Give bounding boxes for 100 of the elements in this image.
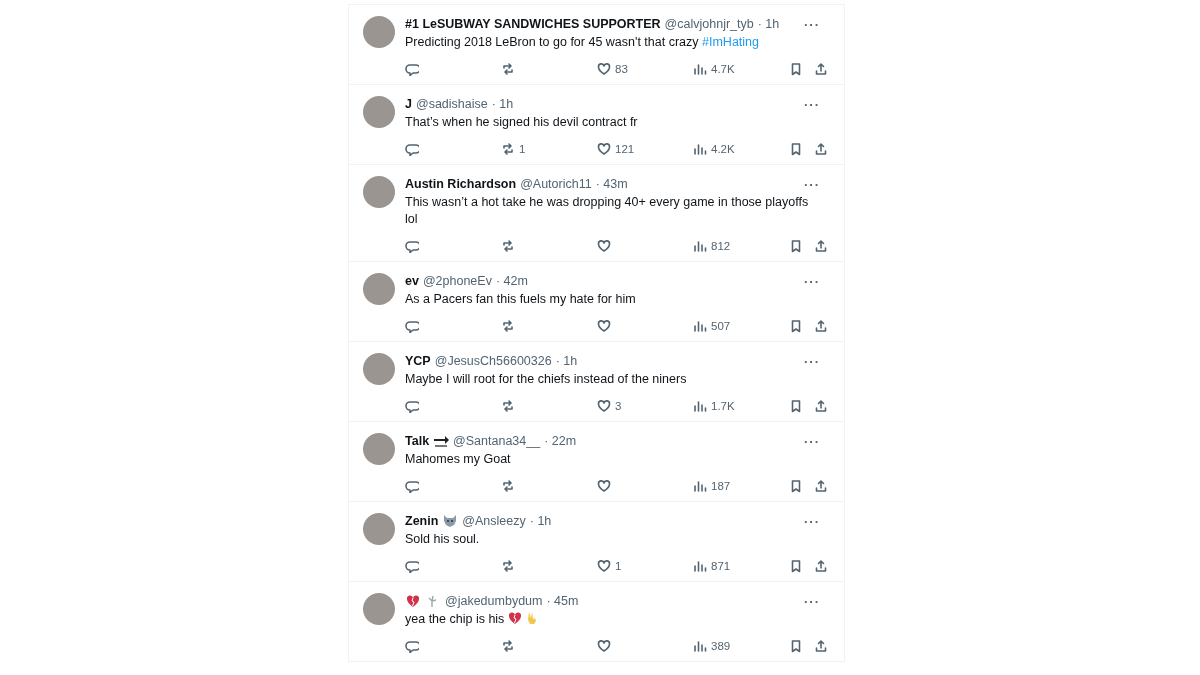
user-handle[interactable]: @calvjohnjr_tyb	[664, 17, 754, 31]
more-button[interactable]: ···	[802, 514, 822, 528]
timestamp: · 1h	[491, 97, 514, 111]
timestamp: · 22m	[544, 434, 577, 448]
bar-chart-icon	[693, 62, 707, 76]
bookmark-icon	[789, 639, 803, 653]
timestamp: · 42m	[495, 274, 528, 288]
more-button[interactable]: ···	[802, 274, 822, 288]
heart-icon	[597, 239, 611, 253]
avatar[interactable]	[363, 593, 395, 625]
repost-icon	[501, 399, 515, 413]
share-icon	[814, 142, 828, 156]
timestamp: · 43m	[595, 177, 628, 191]
display-name[interactable]: #1 LeSUBWAY SANDWICHES SUPPORTER	[405, 17, 661, 31]
bookmark-icon	[789, 319, 803, 333]
reply-text: Maybe I will root for the chiefs instead of the niners	[405, 372, 687, 386]
bar-chart-icon	[693, 639, 707, 653]
reply-text: This wasn’t a hot take he was dropping 40+ every game in those playoffs lol	[405, 195, 809, 226]
user-handle[interactable]: @Autorich11	[520, 177, 592, 191]
views-button[interactable]: 871	[693, 559, 789, 573]
avatar[interactable]	[363, 273, 395, 305]
user-handle[interactable]: @2phoneEv	[422, 274, 492, 288]
display-name[interactable]: Zenin	[405, 514, 439, 528]
more-button[interactable]: ···	[802, 17, 822, 31]
reply-text: That’s when he signed his devil contract fr	[405, 115, 638, 129]
timestamp: · 1h	[555, 354, 578, 368]
user-handle[interactable]: @Santana34__	[453, 434, 541, 448]
arrow-icon	[433, 434, 450, 448]
more-button[interactable]: ···	[802, 97, 822, 111]
broken-heart-icon	[507, 611, 522, 625]
more-button[interactable]: ···	[802, 594, 822, 608]
like-button[interactable]: 3	[597, 399, 693, 413]
display-name[interactable]: J	[405, 97, 412, 111]
timestamp: · 45m	[546, 594, 579, 608]
avatar[interactable]	[363, 96, 395, 128]
bar-chart-icon	[693, 142, 707, 156]
reply-icon	[405, 399, 419, 413]
views-button[interactable]: 812	[693, 239, 789, 253]
share-icon	[814, 559, 828, 573]
repost-button[interactable]: 1	[501, 142, 597, 156]
reply-icon	[405, 319, 419, 333]
wolf-icon	[442, 514, 459, 528]
display-name[interactable]: Talk	[405, 434, 430, 448]
timestamp: · 1h	[757, 17, 780, 31]
reply-icon	[405, 639, 419, 653]
reply-icon	[405, 559, 419, 573]
heart-icon	[597, 62, 611, 76]
views-button[interactable]: 187	[693, 479, 789, 493]
avatar[interactable]	[363, 353, 395, 385]
share-icon	[814, 239, 828, 253]
repost-icon	[501, 62, 515, 76]
share-icon	[814, 639, 828, 653]
repost-icon	[501, 319, 515, 333]
bookmark-icon	[789, 479, 803, 493]
like-button[interactable]: 121	[597, 142, 693, 156]
views-button[interactable]: 4.7K	[693, 62, 789, 76]
repost-icon	[501, 559, 515, 573]
user-handle[interactable]: @JesusCh56600326	[434, 354, 552, 368]
display-name[interactable]: Austin Richardson	[405, 177, 517, 191]
views-button[interactable]: 507	[693, 319, 789, 333]
broken-heart-icon	[405, 594, 421, 608]
reply-icon	[405, 142, 419, 156]
reply-text: As a Pacers fan this fuels my hate for him	[405, 292, 636, 306]
user-handle[interactable]: @jakedumbydum	[445, 594, 543, 608]
share-icon	[814, 62, 828, 76]
bookmark-icon	[789, 62, 803, 76]
heart-icon	[597, 142, 611, 156]
reply-text: yea the chip is his	[405, 612, 505, 626]
like-button[interactable]: 83	[597, 62, 693, 76]
reply-text: Predicting 2018 LeBron to go for 45 wasn't that crazy	[405, 35, 699, 49]
repost-icon	[501, 479, 515, 493]
avatar[interactable]	[363, 433, 395, 465]
more-button[interactable]: ···	[802, 177, 822, 191]
avatar[interactable]	[363, 16, 395, 48]
bookmark-icon	[789, 399, 803, 413]
user-handle[interactable]: @Ansleezy	[462, 514, 526, 528]
views-button[interactable]: 1.7K	[693, 399, 789, 413]
avatar[interactable]	[363, 513, 395, 545]
reply-text: Sold his soul.	[405, 532, 480, 546]
user-handle[interactable]: @sadishaise	[415, 97, 488, 111]
share-icon	[814, 319, 828, 333]
display-name[interactable]: ev	[405, 274, 419, 288]
like-button[interactable]: 1	[597, 559, 693, 573]
more-button[interactable]: ···	[802, 434, 822, 448]
reply-icon	[405, 62, 419, 76]
bar-chart-icon	[693, 479, 707, 493]
bookmark-icon	[789, 142, 803, 156]
timestamp: · 1h	[529, 514, 552, 528]
repost-icon	[501, 639, 515, 653]
display-name[interactable]: YCP	[405, 354, 431, 368]
more-button[interactable]: ···	[802, 354, 822, 368]
reply-text: Mahomes my Goat	[405, 452, 511, 466]
avatar[interactable]	[363, 176, 395, 208]
bar-chart-icon	[693, 319, 707, 333]
repost-icon	[501, 239, 515, 253]
reply-icon	[405, 239, 419, 253]
views-button[interactable]: 389	[693, 639, 789, 653]
heart-icon	[597, 639, 611, 653]
views-button[interactable]: 4.2K	[693, 142, 789, 156]
heart-icon	[597, 319, 611, 333]
